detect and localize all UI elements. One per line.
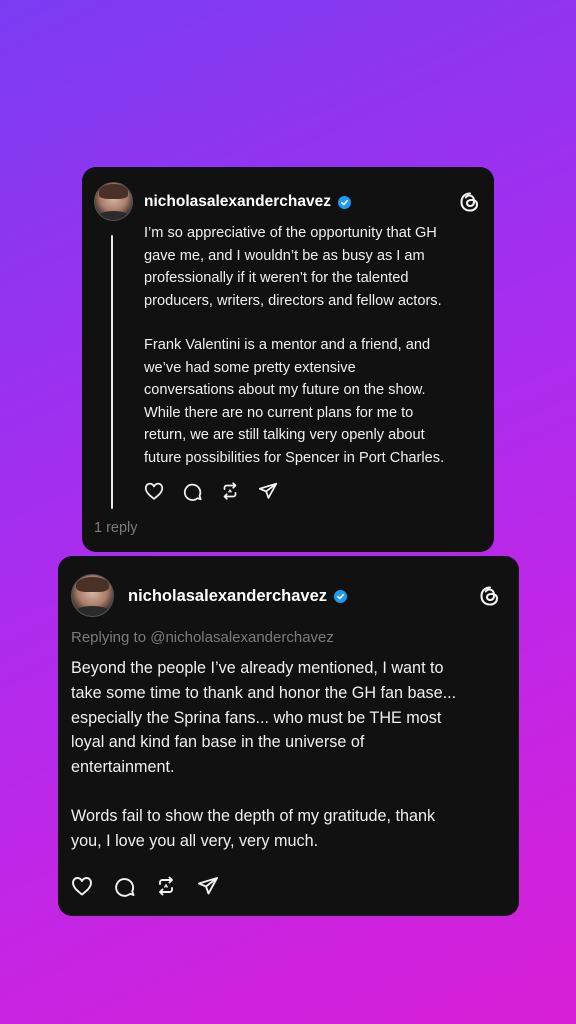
comment-icon[interactable] — [179, 478, 205, 504]
threads-logo-icon[interactable] — [458, 190, 482, 214]
verified-badge-icon — [337, 195, 351, 209]
username[interactable]: nicholasalexanderchavez — [144, 193, 351, 211]
threads-logo-icon[interactable] — [478, 584, 502, 608]
verified-badge-icon — [334, 590, 348, 603]
share-icon[interactable] — [255, 478, 281, 504]
repost-icon[interactable] — [153, 873, 179, 899]
thread-line — [111, 235, 113, 509]
post-paragraph: Frank Valentini is a mentor and a friend… — [144, 337, 445, 466]
threads-post-card: nicholasalexanderchavez I’m so appreciat… — [82, 167, 494, 552]
avatar[interactable] — [71, 574, 114, 617]
post-text: Beyond the people I’ve already mentioned… — [71, 656, 511, 854]
username-text[interactable]: nicholasalexanderchavez — [144, 193, 331, 211]
heart-icon[interactable] — [69, 873, 95, 899]
repost-icon[interactable] — [217, 478, 243, 504]
post-text: I’m so appreciative of the opportunity t… — [144, 222, 484, 469]
replying-to[interactable]: Replying to @nicholasalexanderchavez — [71, 629, 334, 646]
comment-icon[interactable] — [111, 873, 137, 899]
post-actions — [69, 873, 221, 899]
post-paragraph: Beyond the people I’ve already mentioned… — [71, 659, 457, 777]
post-paragraph: Words fail to show the depth of my grati… — [71, 806, 436, 850]
avatar[interactable] — [94, 182, 133, 221]
threads-reply-card: nicholasalexanderchavez Replying to @nic… — [58, 556, 519, 916]
username[interactable]: nicholasalexanderchavez — [128, 587, 348, 606]
username-text[interactable]: nicholasalexanderchavez — [128, 587, 327, 606]
post-paragraph: I’m so appreciative of the opportunity t… — [144, 225, 442, 309]
post-actions — [141, 478, 281, 504]
reply-count[interactable]: 1 reply — [94, 520, 138, 536]
heart-icon[interactable] — [141, 478, 167, 504]
share-icon[interactable] — [195, 873, 221, 899]
